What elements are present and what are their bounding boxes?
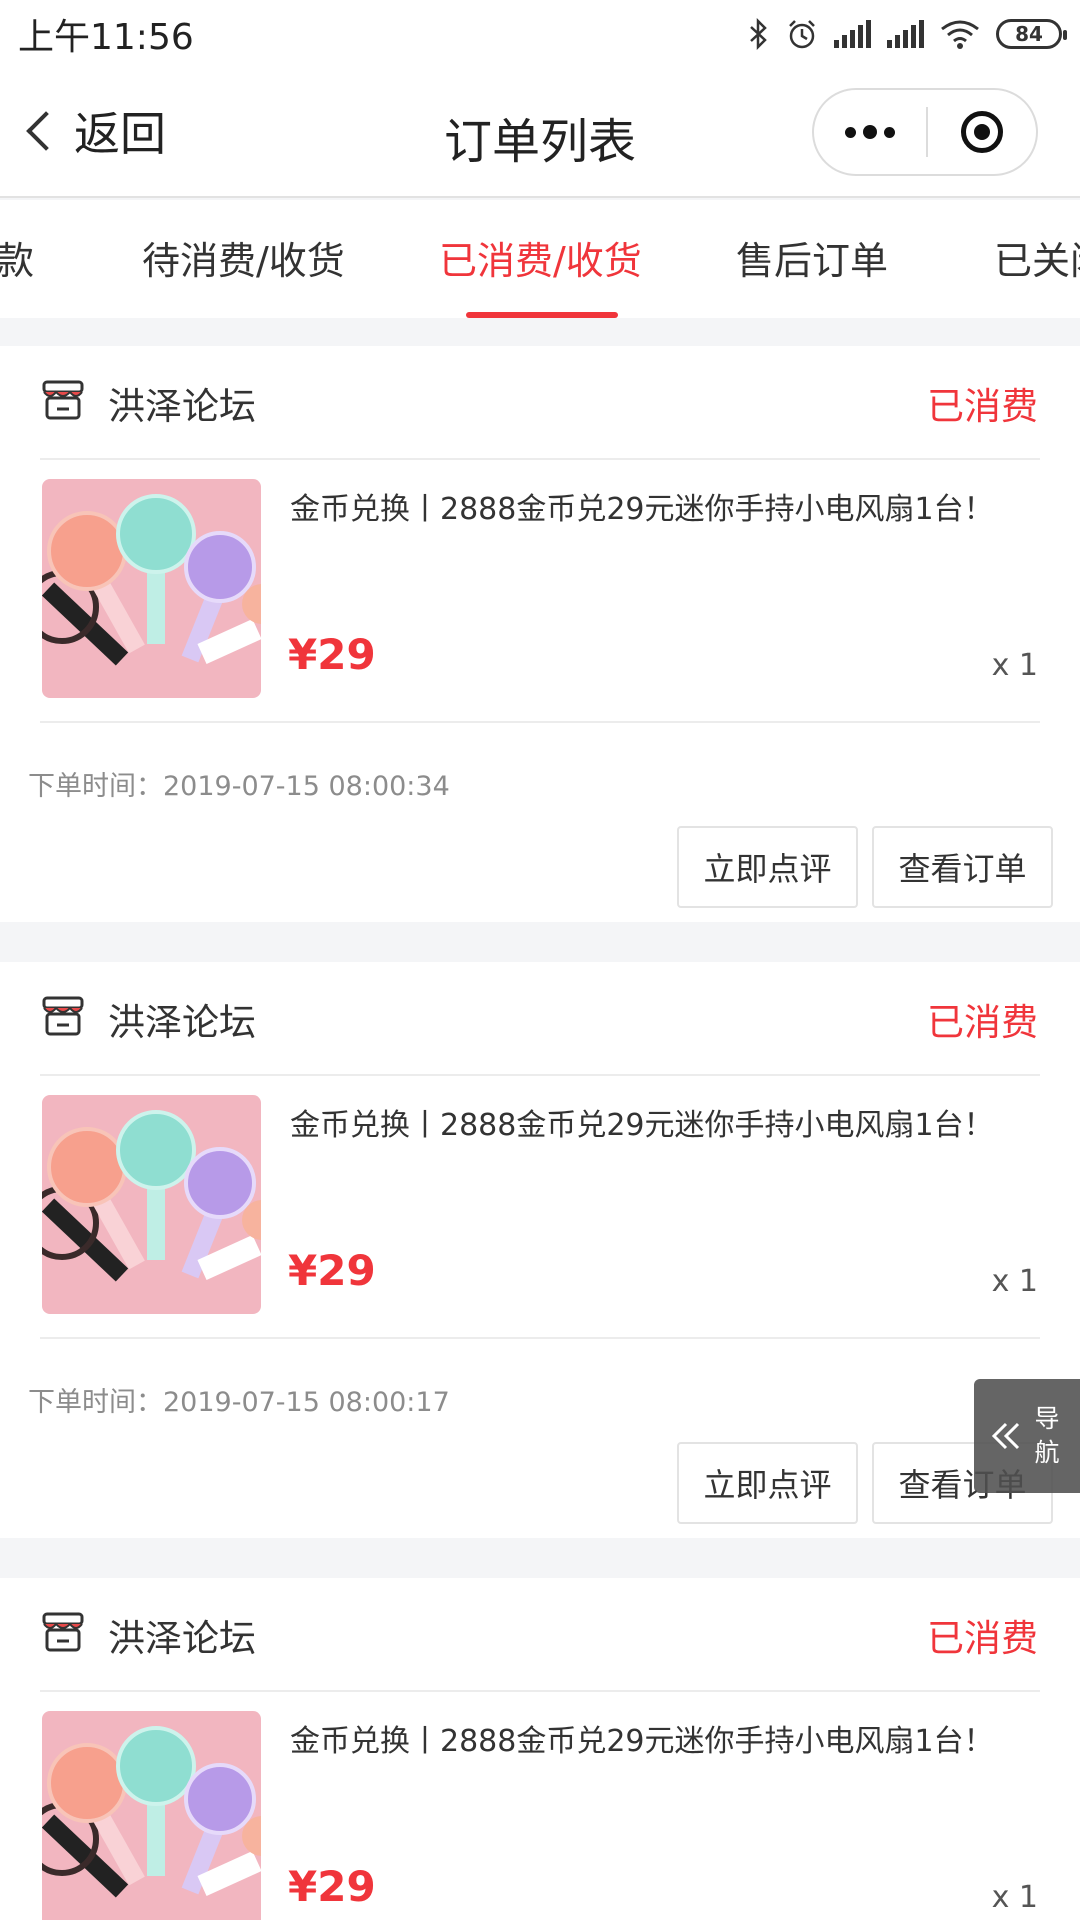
order-card: 洪泽论坛 已消费 金币兑换丨2888金币兑29元迷你手持小电风扇1台！ ¥29 … <box>0 1578 1080 1920</box>
status-time: 上午11:56 <box>18 17 194 58</box>
shop-name: 洪泽论坛 <box>108 1617 256 1660</box>
status-bar: 上午11:56 84 <box>0 0 1080 68</box>
tab-pending-payment[interactable]: 款 <box>0 230 34 285</box>
signal-icon <box>834 20 871 48</box>
tab-closed[interactable]: 已关闭 <box>994 230 1080 285</box>
product-quantity: x 1 <box>991 1264 1038 1299</box>
active-tab-indicator <box>466 312 618 318</box>
product-title[interactable]: 金币兑换丨2888金币兑29元迷你手持小电风扇1台！ <box>290 484 1050 528</box>
product-price: ¥29 <box>288 1862 376 1911</box>
order-card: 洪泽论坛 已消费 金币兑换丨2888金币兑29元迷你手持小电风扇1台！ ¥29 … <box>0 962 1080 1538</box>
product-price: ¥29 <box>288 1246 376 1295</box>
status-badge: 已消费 <box>927 1001 1038 1044</box>
shop-row[interactable]: 洪泽论坛 已消费 <box>0 962 1080 1072</box>
nav-bar: 返回 订单列表 <box>0 68 1080 198</box>
tab-consumed[interactable]: 已消费/收货 <box>439 230 642 285</box>
status-badge: 已消费 <box>927 385 1038 428</box>
view-order-button[interactable]: 查看订单 <box>872 826 1053 908</box>
review-button[interactable]: 立即点评 <box>677 826 858 908</box>
product-image[interactable] <box>42 479 261 698</box>
order-card: 洪泽论坛 已消费 金币兑换丨2888金币兑29元迷你手持小电风扇1台！ ¥29 … <box>0 346 1080 922</box>
signal-icon-2 <box>887 20 924 48</box>
more-dots-icon <box>845 126 856 138</box>
product-quantity: x 1 <box>991 1880 1038 1915</box>
fan-image <box>42 1095 261 1314</box>
floating-nav-label: 导航 <box>1034 1404 1060 1467</box>
product-image[interactable] <box>42 1711 261 1920</box>
product-price: ¥29 <box>288 630 376 679</box>
review-button[interactable]: 立即点评 <box>677 1442 858 1524</box>
battery-icon: 84 <box>996 19 1067 49</box>
shop-row[interactable]: 洪泽论坛 已消费 <box>0 346 1080 456</box>
status-icons: 84 <box>748 18 1067 50</box>
double-chevron-left-icon <box>984 1418 1028 1454</box>
tab-pending-consumption[interactable]: 待消费/收货 <box>142 230 345 285</box>
shop-name: 洪泽论坛 <box>108 1001 256 1044</box>
miniprogram-capsule <box>812 88 1038 176</box>
shop-row[interactable]: 洪泽论坛 已消费 <box>0 1578 1080 1688</box>
order-time: 下单时间：2019-07-15 08:00:17 <box>28 1387 450 1418</box>
status-badge: 已消费 <box>927 1617 1038 1660</box>
shop-name: 洪泽论坛 <box>108 385 256 428</box>
floating-nav-button[interactable]: 导航 <box>974 1379 1080 1493</box>
fan-image <box>42 479 261 698</box>
alarm-icon <box>789 20 815 49</box>
product-image[interactable] <box>42 1095 261 1314</box>
wifi-icon <box>941 20 979 49</box>
product-title[interactable]: 金币兑换丨2888金币兑29元迷你手持小电风扇1台！ <box>290 1100 1050 1144</box>
close-button[interactable] <box>928 111 1036 153</box>
product-quantity: x 1 <box>991 648 1038 683</box>
order-tabs: 款 待消费/收货 已消费/收货 售后订单 已关闭 <box>0 200 1080 318</box>
bluetooth-icon <box>750 18 767 50</box>
fan-image <box>42 1711 261 1920</box>
shop-icon <box>42 380 84 420</box>
shop-icon <box>42 1612 84 1652</box>
order-time: 下单时间：2019-07-15 08:00:34 <box>28 771 450 802</box>
product-title[interactable]: 金币兑换丨2888金币兑29元迷你手持小电风扇1台！ <box>290 1716 1050 1760</box>
target-icon <box>961 111 1003 153</box>
shop-icon <box>42 996 84 1036</box>
more-button[interactable] <box>814 90 926 174</box>
tab-after-sales[interactable]: 售后订单 <box>736 230 888 285</box>
